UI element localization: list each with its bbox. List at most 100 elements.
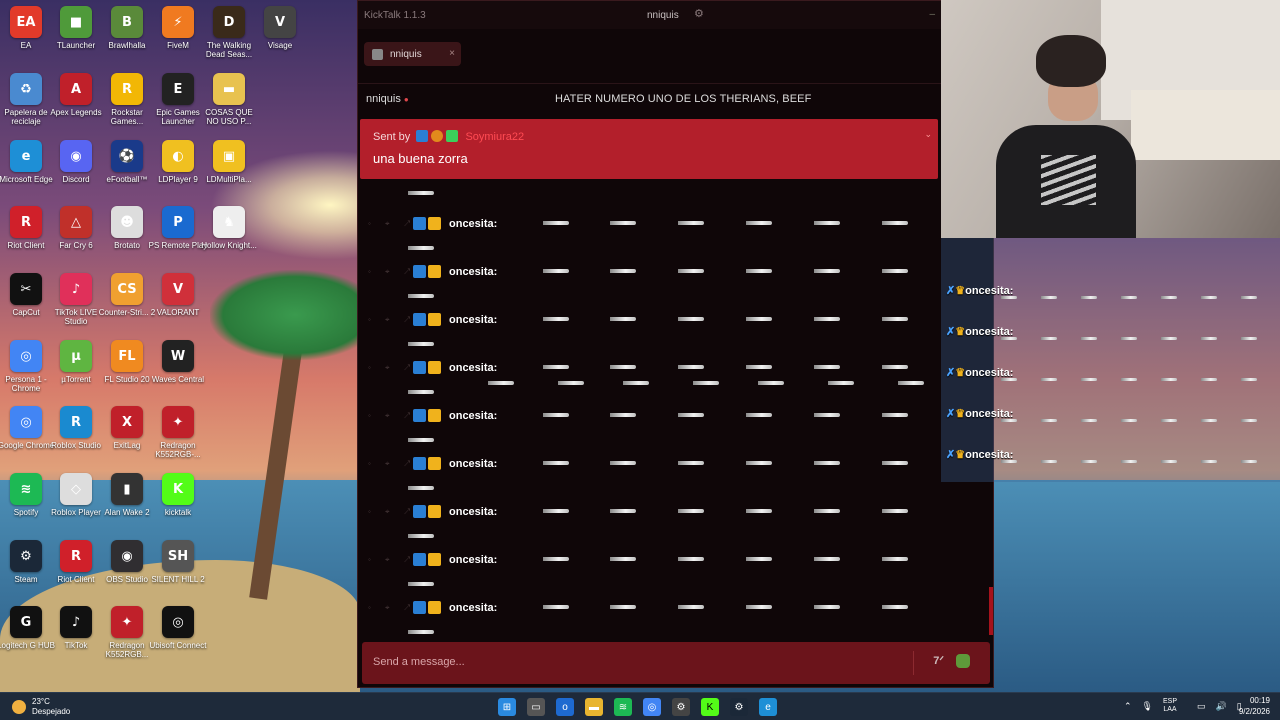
desktop-icon[interactable]: X ExitLag <box>101 406 153 450</box>
desktop-icon[interactable]: B Brawlhalla <box>101 6 153 50</box>
minimize-icon[interactable]: – <box>929 9 935 20</box>
desktop-icon[interactable]: ⚡ FiveM <box>152 6 204 50</box>
tab-channel[interactable]: nniquis × <box>364 42 461 66</box>
message-tools-icon[interactable]: ◦ ⌖ ↗ <box>368 267 416 277</box>
desktop-icon[interactable]: ◇ Roblox Player <box>50 473 102 517</box>
desktop-icon[interactable]: ♞ Hollow Knight... <box>201 206 257 250</box>
desktop-icon[interactable]: ✦ Redragon K552RGB-... <box>152 406 204 459</box>
language-indicator[interactable]: ESP LAA <box>1163 698 1187 714</box>
edge-icon[interactable]: e <box>759 698 777 716</box>
chevron-up-icon[interactable]: ⌃ <box>1124 701 1132 712</box>
titlebar-username[interactable]: nniquis <box>647 10 679 21</box>
desktop-icon[interactable]: ⚽ eFootball™ <box>101 140 153 184</box>
chat-username[interactable]: oncesita: <box>449 458 497 470</box>
desktop-icon[interactable]: A Apex Legends <box>50 73 102 117</box>
desktop-icon[interactable]: ♪ TikTok LIVE Studio <box>50 273 102 326</box>
desktop-icon[interactable]: ⚙ Steam <box>0 540 52 584</box>
desktop-icon[interactable]: ♪ TikTok <box>50 606 102 650</box>
clock[interactable]: 00:19 9/2/2026 <box>1232 695 1270 717</box>
emote-picker-icon[interactable] <box>956 654 970 668</box>
chat-message[interactable]: ◦ ⌖ ↗ oncesita: <box>358 211 978 259</box>
desktop-icon[interactable]: V VALORANT <box>152 273 204 317</box>
message-tools-icon[interactable]: ◦ ⌖ ↗ <box>368 363 416 373</box>
desktop-icon[interactable]: E Epic Games Launcher <box>152 73 204 126</box>
desktop-icon[interactable]: e Microsoft Edge <box>0 140 53 184</box>
settings-icon[interactable]: ⚙ <box>672 698 690 716</box>
chat-username[interactable]: oncesita: <box>449 218 497 230</box>
channel-name[interactable]: nniquis ● <box>366 93 409 105</box>
desktop-icon[interactable]: P PS Remote Play <box>149 206 207 250</box>
chat-message[interactable]: ◦ ⌖ ↗ oncesita: <box>358 259 978 307</box>
message-tools-icon[interactable]: ◦ ⌖ ↗ <box>368 315 416 325</box>
desktop-icon[interactable]: ▣ LDMultiPla... <box>203 140 255 184</box>
desktop-icon[interactable]: W Waves Central <box>152 340 204 384</box>
message-tools-icon[interactable]: ◦ ⌖ ↗ <box>368 219 416 229</box>
desktop-icon[interactable]: SH SILENT HILL 2 <box>151 540 205 584</box>
chat-messages[interactable]: ◦ ⌖ ↗ oncesita: ◦ ⌖ ↗ oncesita: ◦ ⌖ ↗ oncesit… <box>358 181 978 636</box>
message-tools-icon[interactable]: ◦ ⌖ ↗ <box>368 507 416 517</box>
chat-message[interactable]: ◦ ⌖ ↗ oncesita: <box>358 451 978 499</box>
steam-icon[interactable]: ⚙ <box>730 698 748 716</box>
desktop-icon[interactable]: D The Walking Dead Seas... <box>203 6 255 59</box>
desktop-icon[interactable]: ♻ Papelera de reciclaje <box>0 73 52 126</box>
desktop-icon[interactable]: FL FL Studio 20 <box>101 340 153 384</box>
desktop-icon[interactable]: G Logitech G HUB <box>0 606 55 650</box>
desktop-icon[interactable]: ◎ Google Chrome <box>0 406 54 450</box>
volume-icon[interactable]: 🔊 <box>1216 701 1227 712</box>
desktop-icon[interactable]: EA EA <box>0 6 52 50</box>
desktop-icon[interactable]: ◉ Discord <box>50 140 102 184</box>
desktop-icon[interactable]: ✂ CapCut <box>0 273 52 317</box>
start-icon[interactable]: ⊞ <box>498 698 516 716</box>
kicktalk-icon[interactable]: K <box>701 698 719 716</box>
chat-username[interactable]: oncesita: <box>449 554 497 566</box>
desktop-icon[interactable]: ≋ Spotify <box>0 473 52 517</box>
message-tools-icon[interactable]: ◦ ⌖ ↗ <box>368 459 416 469</box>
weather-widget[interactable]: 23°C Despejado <box>12 697 70 717</box>
chat-username[interactable]: oncesita: <box>449 410 497 422</box>
desktop-icon[interactable]: V Visage <box>254 6 306 50</box>
desktop-icon[interactable]: Kkicktalk <box>152 473 204 517</box>
desktop-icon[interactable]: ▬ COSAS QUE NO USO P... <box>203 73 255 126</box>
desktop-icon[interactable]: R Riot Client <box>0 206 52 250</box>
spotify-icon[interactable]: ≋ <box>614 698 632 716</box>
close-icon[interactable]: × <box>449 48 455 59</box>
file-explorer-icon[interactable]: ▬ <box>585 698 603 716</box>
desktop-icon[interactable]: R Rockstar Games... <box>101 73 153 126</box>
desktop-icon[interactable]: ■ TLauncher <box>50 6 102 50</box>
chat-username[interactable]: oncesita: <box>449 506 497 518</box>
desktop-icon[interactable]: ✦ Redragon K552RGB... <box>101 606 153 659</box>
chat-message[interactable]: ◦ ⌖ ↗ oncesita: <box>358 403 978 451</box>
desktop-icon[interactable]: ◉ OBS Studio <box>101 540 153 584</box>
message-tools-icon[interactable]: ◦ ⌖ ↗ <box>368 411 416 421</box>
desktop-icon[interactable]: R Roblox Studio <box>50 406 102 450</box>
pinned-message[interactable]: Sent by Soymiura22 una buena zorra ⌄ <box>360 119 938 179</box>
scrollbar[interactable] <box>989 587 993 635</box>
desktop-icon[interactable]: R Riot Client <box>50 540 102 584</box>
chat-message[interactable]: ◦ ⌖ ↗ oncesita: <box>358 307 978 355</box>
desktop-icon[interactable]: ☻ Brotato <box>101 206 153 250</box>
chat-username[interactable]: oncesita: <box>449 602 497 614</box>
desktop-icon[interactable]: ◎ Ubisoft Connect <box>150 606 206 650</box>
desktop-icon[interactable]: ◎ Persona 1 - Chrome <box>0 340 52 393</box>
pinned-sender[interactable]: Soymiura22 <box>465 131 524 143</box>
message-input[interactable]: Send a message... 7ᐟ <box>362 642 990 684</box>
chat-message[interactable]: ◦ ⌖ ↗ oncesita: <box>358 499 978 547</box>
message-tools-icon[interactable]: ◦ ⌖ ↗ <box>368 555 416 565</box>
desktop-icon[interactable]: ◐ LDPlayer 9 <box>152 140 204 184</box>
task-view-icon[interactable]: ▭ <box>527 698 545 716</box>
chat-message[interactable]: ◦ ⌖ ↗ oncesita: <box>358 547 978 595</box>
chevron-down-icon[interactable]: ⌄ <box>924 129 932 140</box>
desktop-icon[interactable]: µ µTorrent <box>50 340 102 384</box>
desktop-icon[interactable]: ▮ Alan Wake 2 <box>101 473 153 517</box>
desktop-icon[interactable]: CS Counter-Stri... 2 <box>99 273 155 317</box>
seventv-emote-icon[interactable]: 7ᐟ <box>933 654 944 667</box>
chat-username[interactable]: oncesita: <box>449 362 497 374</box>
chat-username[interactable]: oncesita: <box>449 314 497 326</box>
outlook-icon[interactable]: o <box>556 698 574 716</box>
desktop-icon[interactable]: △ Far Cry 6 <box>50 206 102 250</box>
chrome-icon[interactable]: ◎ <box>643 698 661 716</box>
network-icon[interactable]: ▭ <box>1197 701 1206 712</box>
chat-message[interactable]: ◦ ⌖ ↗ oncesita: <box>358 355 978 403</box>
message-tools-icon[interactable]: ◦ ⌖ ↗ <box>368 603 416 613</box>
chat-username[interactable]: oncesita: <box>449 266 497 278</box>
